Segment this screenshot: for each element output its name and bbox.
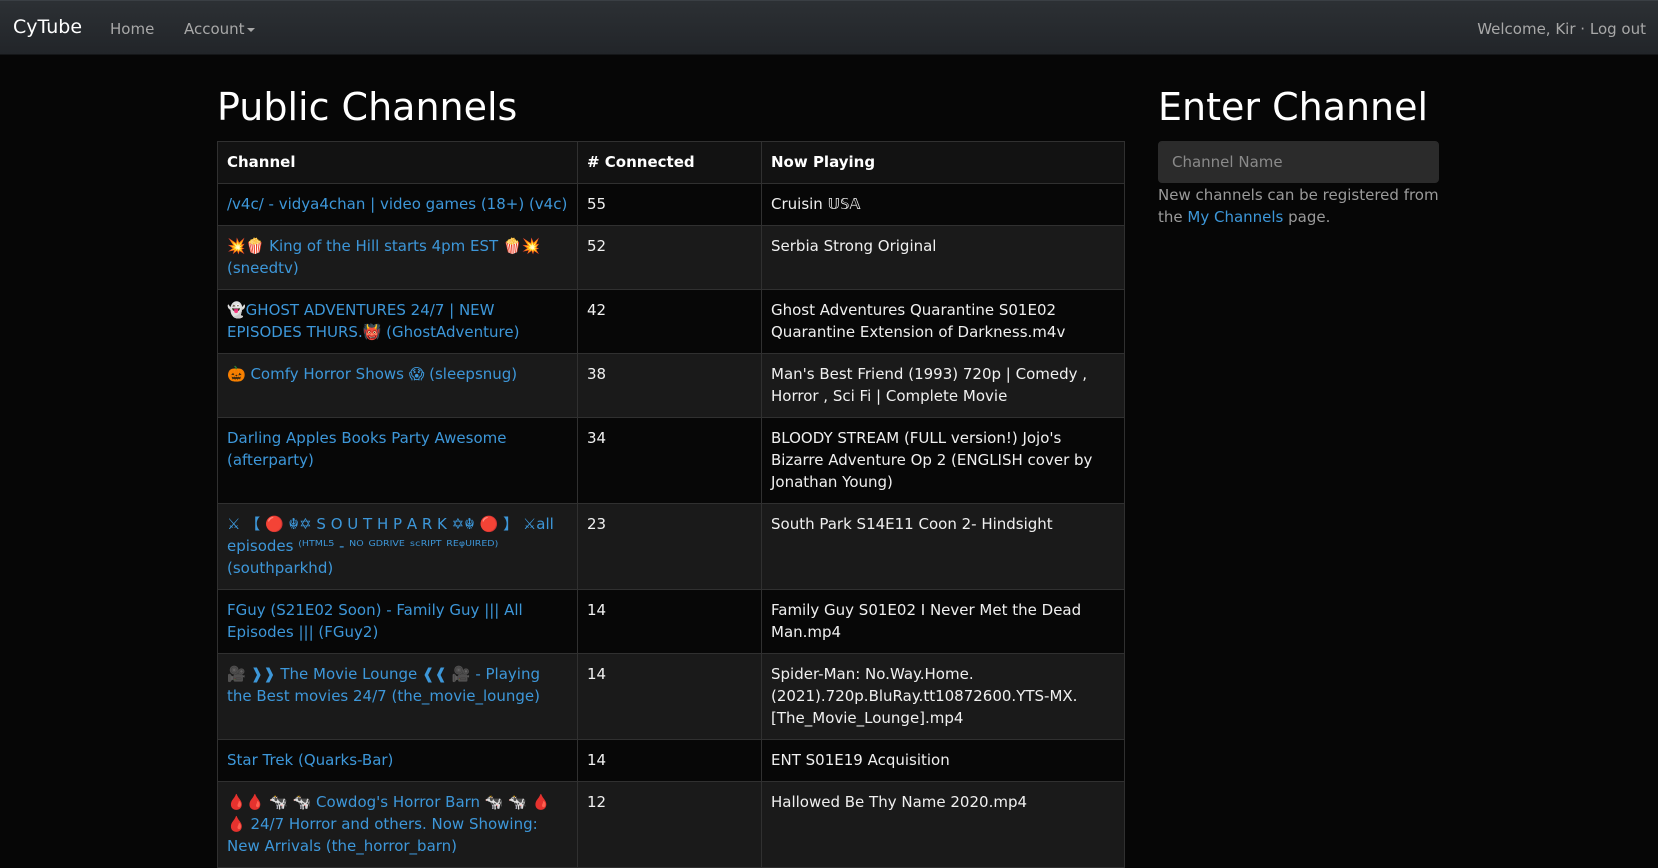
register-help-text: New channels can be registered from the … <box>1158 184 1448 228</box>
caret-down-icon <box>246 27 255 32</box>
connected-count: 14 <box>577 653 762 740</box>
nav-home[interactable]: Home <box>110 20 154 38</box>
now-playing: ENT S01E19 Acquisition <box>761 739 1125 782</box>
now-playing: Cruisin 𝕌𝕊𝔸 <box>761 183 1125 226</box>
column-header-connected[interactable]: # Connected <box>577 141 762 184</box>
now-playing: Spider-Man: No.Way.Home.(2021).720p.BluR… <box>761 653 1125 740</box>
page-title: Public Channels <box>217 85 518 129</box>
enter-channel-title: Enter Channel <box>1158 85 1429 129</box>
my-channels-link[interactable]: My Channels <box>1187 208 1283 226</box>
channel-link[interactable]: 👻GHOST ADVENTURES 24/7 | NEW EPISODES TH… <box>217 289 578 354</box>
now-playing: BLOODY STREAM (FULL version!) Jojo's Biz… <box>761 417 1125 504</box>
table-row: 🩸🩸 🐄 🐄 Cowdog's Horror Barn 🐄 🐄 🩸🩸 24/7 … <box>217 781 1125 868</box>
help-suffix: page. <box>1283 208 1331 226</box>
connected-count: 14 <box>577 739 762 782</box>
column-header-channel[interactable]: Channel <box>217 141 578 184</box>
channel-link[interactable]: 🩸🩸 🐄 🐄 Cowdog's Horror Barn 🐄 🐄 🩸🩸 24/7 … <box>217 781 578 868</box>
channel-link[interactable]: 🎥 ❱❱ The Movie Lounge ❰❰ 🎥 - Playing the… <box>217 653 578 740</box>
table-row: ⚔ 【 🔴 ☬✡ S O U T H P A R K ✡☬ 🔴 】 ⚔all e… <box>217 503 1125 590</box>
connected-count: 42 <box>577 289 762 354</box>
table-row: 👻GHOST ADVENTURES 24/7 | NEW EPISODES TH… <box>217 289 1125 354</box>
logout-link[interactable]: Log out <box>1590 20 1646 38</box>
connected-count: 23 <box>577 503 762 590</box>
channel-link[interactable]: 💥🍿 King of the Hill starts 4pm EST 🍿💥 (s… <box>217 225 578 290</box>
connected-count: 52 <box>577 225 762 290</box>
top-navbar: CyTube Home Account Welcome, Kir · Log o… <box>0 0 1658 55</box>
column-header-now-playing[interactable]: Now Playing <box>761 141 1125 184</box>
now-playing: Man's Best Friend (1993) 720p | Comedy ,… <box>761 353 1125 418</box>
brand-logo[interactable]: CyTube <box>13 16 82 38</box>
channels-table: Channel # Connected Now Playing /v4c/ - … <box>217 141 1125 868</box>
now-playing: South Park S14E11 Coon 2- Hindsight <box>761 503 1125 590</box>
channel-link[interactable]: Darling Apples Books Party Awesome (afte… <box>217 417 578 504</box>
channel-link[interactable]: FGuy (S21E02 Soon) - Family Guy ||| All … <box>217 589 578 654</box>
now-playing: Family Guy S01E02 I Never Met the Dead M… <box>761 589 1125 654</box>
table-row: Darling Apples Books Party Awesome (afte… <box>217 417 1125 504</box>
channel-link[interactable]: ⚔ 【 🔴 ☬✡ S O U T H P A R K ✡☬ 🔴 】 ⚔all e… <box>217 503 578 590</box>
table-row: /v4c/ - vidya4chan | video games (18+) (… <box>217 183 1125 226</box>
nav-account-dropdown[interactable]: Account <box>184 20 255 38</box>
table-row: FGuy (S21E02 Soon) - Family Guy ||| All … <box>217 589 1125 654</box>
connected-count: 38 <box>577 353 762 418</box>
user-welcome: Welcome, Kir · Log out <box>1477 20 1646 38</box>
channel-link[interactable]: Star Trek (Quarks-Bar) <box>217 739 578 782</box>
now-playing: Serbia Strong Original <box>761 225 1125 290</box>
table-row: 💥🍿 King of the Hill starts 4pm EST 🍿💥 (s… <box>217 225 1125 290</box>
table-row: 🎃 Comfy Horror Shows 😱 (sleepsnug) 38 Ma… <box>217 353 1125 418</box>
table-row: 🎥 ❱❱ The Movie Lounge ❰❰ 🎥 - Playing the… <box>217 653 1125 740</box>
channel-name-input[interactable] <box>1158 141 1439 183</box>
now-playing: Ghost Adventures Quarantine S01E02 Quara… <box>761 289 1125 354</box>
connected-count: 55 <box>577 183 762 226</box>
table-row: Star Trek (Quarks-Bar) 14 ENT S01E19 Acq… <box>217 739 1125 782</box>
nav-account-label: Account <box>184 20 245 38</box>
table-header: Channel # Connected Now Playing <box>217 141 1125 184</box>
connected-count: 14 <box>577 589 762 654</box>
connected-count: 12 <box>577 781 762 868</box>
channel-link[interactable]: 🎃 Comfy Horror Shows 😱 (sleepsnug) <box>217 353 578 418</box>
connected-count: 34 <box>577 417 762 504</box>
channel-link[interactable]: /v4c/ - vidya4chan | video games (18+) (… <box>217 183 578 226</box>
now-playing: Hallowed Be Thy Name 2020.mp4 <box>761 781 1125 868</box>
separator: · <box>1580 20 1586 38</box>
welcome-text: Welcome, Kir <box>1477 20 1576 38</box>
